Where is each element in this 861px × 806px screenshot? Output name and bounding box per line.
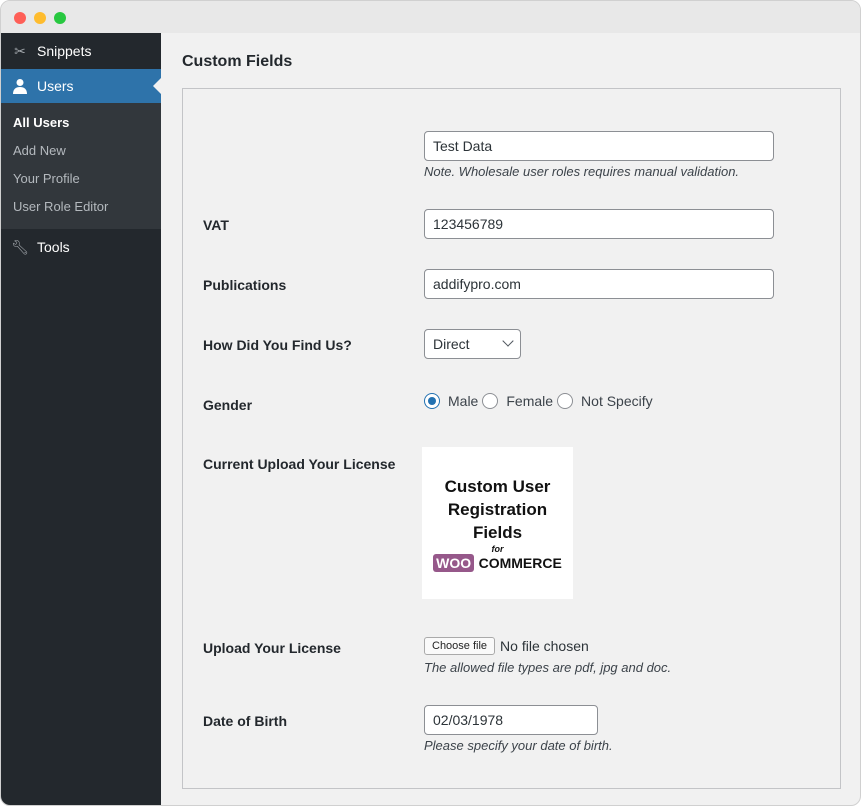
menu-users[interactable]: Users bbox=[1, 69, 161, 103]
custom-fields-panel: Test Data Note. Wholesale user roles req… bbox=[182, 88, 841, 789]
menu-snippets[interactable]: ✂ Snippets bbox=[1, 33, 161, 69]
sidebar: ✂ Snippets Users All Users Add New Your P… bbox=[1, 33, 161, 805]
chevron-down-icon bbox=[502, 335, 514, 347]
choose-file-button[interactable]: Choose file bbox=[424, 637, 496, 655]
vat-input[interactable]: 123456789 bbox=[424, 209, 774, 239]
menu-label: Users bbox=[37, 78, 74, 94]
publications-label: Publications bbox=[203, 277, 287, 293]
minimize-button[interactable] bbox=[34, 12, 46, 24]
upload-note: The allowed file types are pdf, jpg and … bbox=[424, 660, 672, 675]
submenu-add-new[interactable]: Add New bbox=[1, 137, 161, 165]
gender-radio-group: Male Female Not Specify bbox=[424, 393, 657, 409]
publications-input[interactable]: addifypro.com bbox=[424, 269, 774, 299]
logo-text: for bbox=[491, 544, 504, 554]
radio-label: Female bbox=[506, 393, 554, 409]
upload-license-label: Upload Your License bbox=[203, 640, 341, 656]
find-us-select[interactable]: Direct bbox=[424, 329, 521, 359]
app-window: ✂ Snippets Users All Users Add New Your P… bbox=[0, 0, 861, 806]
current-license-label: Current Upload Your License bbox=[203, 456, 396, 472]
menu-label: Snippets bbox=[37, 43, 92, 59]
logo-text: COMMERCE bbox=[478, 555, 562, 571]
title-bar bbox=[1, 1, 860, 33]
submenu-user-role-editor[interactable]: User Role Editor bbox=[1, 193, 161, 221]
close-button[interactable] bbox=[14, 12, 26, 24]
wholesale-note: Note. Wholesale user roles requires manu… bbox=[424, 164, 740, 179]
dob-input[interactable]: 02/03/1978 bbox=[424, 705, 598, 735]
radio-male[interactable] bbox=[424, 393, 440, 409]
radio-label: Male bbox=[448, 393, 479, 409]
main-content: Custom Fields Test Data Note. Wholesale … bbox=[161, 33, 860, 805]
license-image: Custom User Registration Fields for WOO … bbox=[422, 447, 573, 599]
menu-tools[interactable]: 🔧︎ Tools bbox=[1, 229, 161, 265]
vat-label: VAT bbox=[203, 217, 229, 233]
find-us-label: How Did You Find Us? bbox=[203, 337, 352, 353]
file-status: No file chosen bbox=[500, 638, 589, 654]
wrench-icon: 🔧︎ bbox=[11, 238, 29, 255]
logo-text: Custom User bbox=[444, 477, 551, 496]
test-data-input[interactable]: Test Data bbox=[424, 131, 774, 161]
gender-label: Gender bbox=[203, 397, 253, 413]
file-input: Choose file No file chosen bbox=[424, 637, 589, 655]
user-icon bbox=[11, 77, 29, 95]
woo-logo: WOO bbox=[433, 554, 475, 572]
dob-label: Date of Birth bbox=[203, 713, 287, 729]
submenu-your-profile[interactable]: Your Profile bbox=[1, 165, 161, 193]
page-title: Custom Fields bbox=[182, 53, 293, 70]
logo-text: Registration Fields bbox=[447, 500, 548, 542]
dob-note: Please specify your date of birth. bbox=[424, 738, 613, 753]
scissors-icon: ✂ bbox=[14, 42, 26, 59]
find-us-value: Direct bbox=[433, 336, 470, 352]
users-submenu: All Users Add New Your Profile User Role… bbox=[1, 103, 161, 229]
radio-not-specify[interactable] bbox=[557, 393, 574, 409]
radio-label: Not Specify bbox=[581, 393, 653, 409]
submenu-all-users[interactable]: All Users bbox=[1, 109, 161, 137]
menu-label: Tools bbox=[37, 239, 70, 255]
radio-female[interactable] bbox=[482, 393, 499, 409]
maximize-button[interactable] bbox=[54, 12, 66, 24]
